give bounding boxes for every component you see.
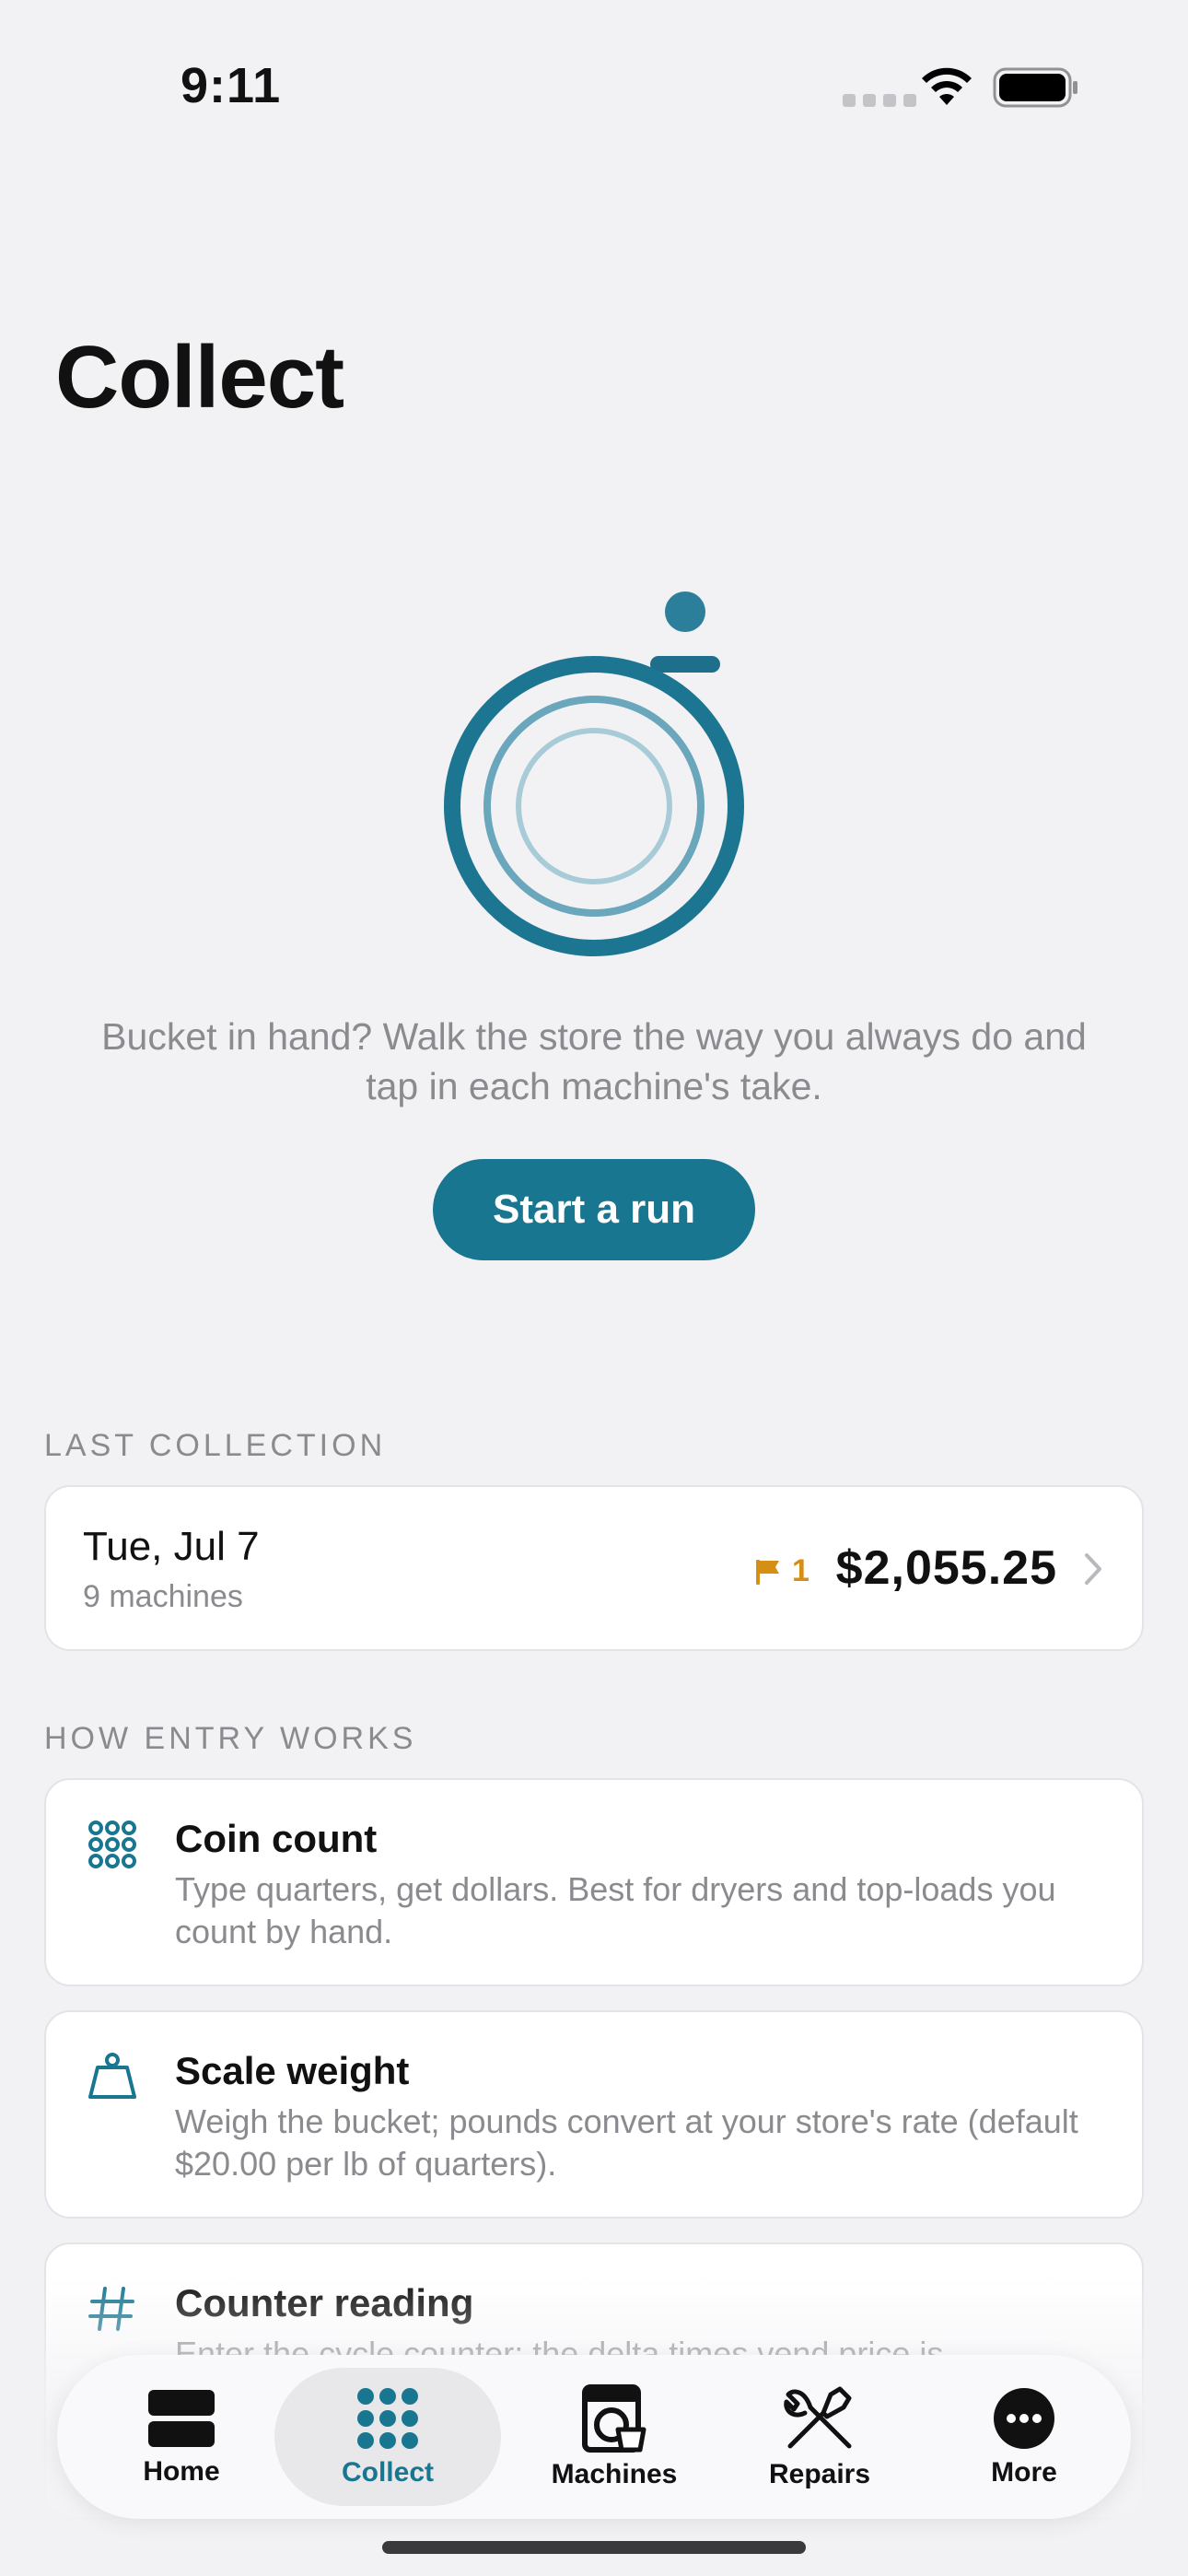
last-collection-header: LAST COLLECTION [44, 1428, 387, 1463]
tab-label: Collect [341, 2457, 435, 2488]
page-title: Collect [55, 328, 344, 427]
entry-method-title: Coin count [175, 1817, 378, 1860]
tab-home[interactable]: Home [112, 2355, 250, 2519]
washer-icon [582, 2384, 646, 2453]
start-run-button[interactable]: Start a run [433, 1159, 755, 1260]
machine-count: 9 machines [83, 1579, 243, 1614]
status-time: 9:11 [181, 58, 282, 113]
last-collection-card[interactable]: Tue, Jul 7 9 machines 1 $2,055.25 [44, 1485, 1144, 1651]
battery-icon [993, 67, 1077, 108]
home-icon [148, 2390, 215, 2447]
hash-icon [88, 2287, 134, 2331]
tab-label: Repairs [768, 2459, 871, 2489]
collection-date: Tue, Jul 7 [83, 1524, 260, 1569]
tab-machines[interactable]: Machines [518, 2355, 711, 2519]
status-bar: 9:11 [0, 0, 1188, 175]
chevron-right-icon [1085, 1553, 1101, 1585]
tab-repairs[interactable]: Repairs [728, 2355, 912, 2519]
tab-label: Home [143, 2456, 220, 2487]
tab-label: More [991, 2457, 1057, 2488]
entry-method-description: Weigh the bucket; pounds convert at your… [175, 2102, 1078, 2183]
collect-icon [357, 2388, 418, 2449]
entry-method-card: Scale weight Weigh the bucket; pounds co… [44, 2010, 1144, 2219]
hero-description: Bucket in hand? Walk the store the way y… [101, 1015, 1087, 1107]
flag-badge: 1 [753, 1553, 809, 1589]
tab-more[interactable]: More [932, 2355, 1116, 2519]
flag-icon [756, 1559, 779, 1585]
collection-amount: $2,055.25 [835, 1541, 1057, 1595]
more-icon [994, 2388, 1054, 2449]
coin-grid-icon [88, 1821, 136, 1868]
entry-method-card: Coin count Type quarters, get dollars. B… [44, 1778, 1144, 1986]
home-indicator [382, 2541, 806, 2554]
wifi-icon [922, 67, 972, 105]
stopwatch-coin-icon [444, 591, 744, 956]
flag-count: 1 [792, 1553, 809, 1588]
entry-method-title: Scale weight [175, 2049, 410, 2092]
tools-icon [784, 2386, 852, 2449]
how-entry-header: HOW ENTRY WORKS [44, 1721, 417, 1756]
tab-label: Machines [551, 2459, 678, 2489]
tab-bar: Home Collect Machines Repairs More [57, 2355, 1131, 2519]
tab-collect[interactable]: Collect [274, 2368, 501, 2506]
cellular-signal-icon [843, 94, 916, 107]
scale-weight-icon [88, 2053, 136, 2099]
entry-method-description: Type quarters, get dollars. Best for dry… [175, 1870, 1056, 1950]
entry-method-title: Counter reading [175, 2281, 474, 2324]
